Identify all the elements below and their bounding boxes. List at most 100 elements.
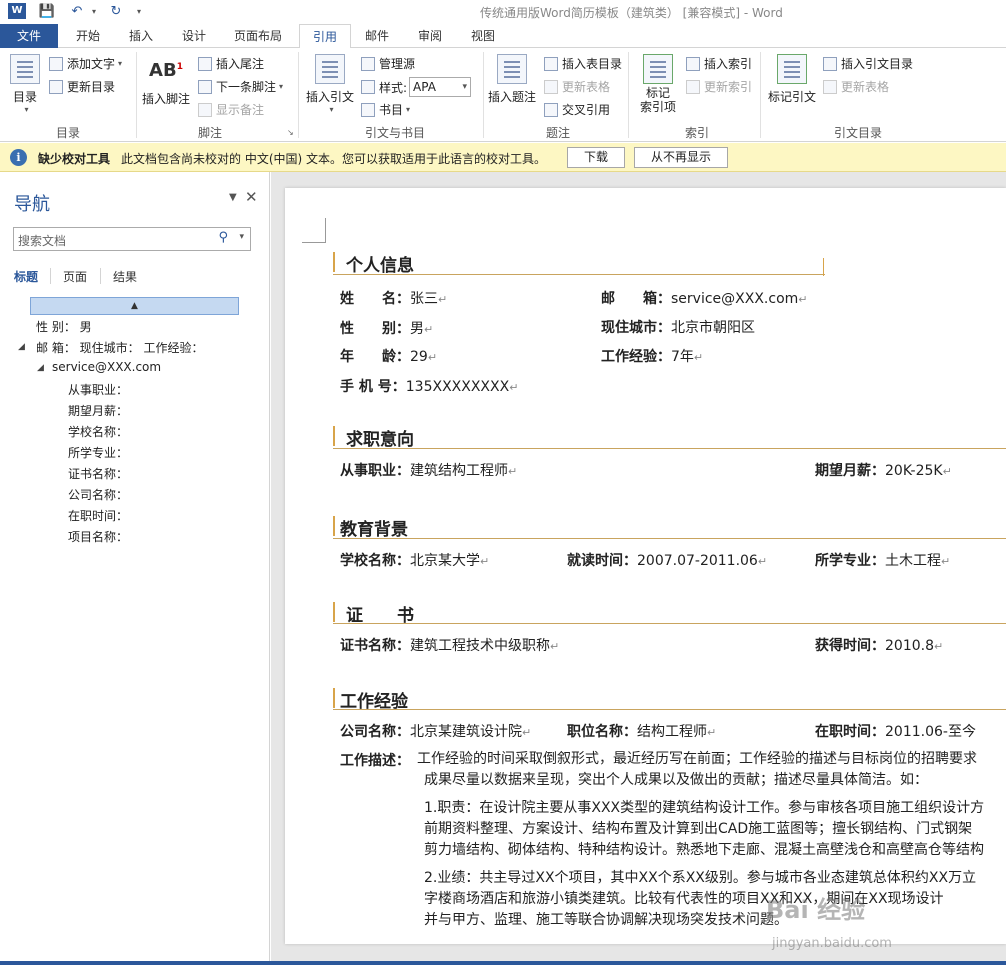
- nav-heading-item[interactable]: 证书名称：: [68, 465, 128, 482]
- insert-citation-label: 插入引文: [306, 90, 355, 104]
- insert-index-label: 插入索引: [704, 57, 753, 71]
- tab-view[interactable]: 视图: [459, 24, 507, 48]
- field-school: 学校名称：北京某大学↵: [340, 553, 490, 569]
- proofing-infobar: i 缺少校对工具 此文档包含尚未校对的 中文(中国) 文本。您可以获取适用于此语…: [0, 143, 1006, 172]
- dont-show-again-button[interactable]: 从不再显示: [634, 147, 728, 168]
- document-area[interactable]: 个人信息 姓 名：张三↵ 邮 箱：service@XXX.com↵ 性 别：男↵…: [271, 172, 1006, 962]
- style-value[interactable]: APA: [409, 77, 472, 97]
- table-of-figures-icon: [544, 56, 558, 71]
- cross-reference-button[interactable]: 交叉引用: [544, 101, 610, 118]
- update-table-icon: [544, 79, 558, 94]
- update-table-button[interactable]: 更新表格: [544, 78, 610, 95]
- word-app-icon[interactable]: W: [8, 3, 26, 19]
- add-text-label: 添加文字: [67, 57, 116, 71]
- show-notes-label: 显示备注: [216, 103, 265, 117]
- search-icon[interactable]: ⚲: [218, 230, 228, 245]
- nav-heading-item[interactable]: 期望月薪：: [68, 402, 128, 419]
- chevron-down-icon: ▾: [406, 105, 411, 114]
- nav-heading-item[interactable]: 从事职业：: [68, 381, 128, 398]
- nav-heading-selected[interactable]: ▲: [30, 297, 239, 315]
- insert-caption-button[interactable]: 插入题注: [488, 54, 536, 105]
- group-label-toc: 目录: [55, 126, 80, 140]
- group-divider: [298, 52, 299, 138]
- section-rule: [333, 709, 1006, 710]
- bibliography-button[interactable]: 书目 ▾: [361, 101, 410, 118]
- download-button[interactable]: 下载: [567, 147, 625, 168]
- nav-heading-item[interactable]: service@XXX.com: [52, 360, 161, 374]
- search-placeholder: 搜索文档: [18, 234, 67, 248]
- section-marker: [333, 516, 335, 536]
- section-rule: [333, 448, 1006, 449]
- insert-citation-button[interactable]: 插入引文 ▾: [306, 54, 354, 114]
- group-label-captions: 题注: [545, 126, 570, 140]
- customize-toolbar-icon[interactable]: ▾: [134, 2, 144, 20]
- collapse-icon[interactable]: ◢: [18, 342, 25, 352]
- nav-options-icon[interactable]: ▼: [229, 192, 237, 203]
- insert-table-of-figures-button[interactable]: 插入表目录: [544, 55, 622, 72]
- close-icon[interactable]: ✕: [245, 188, 258, 206]
- nav-heading-item[interactable]: 在职时间：: [68, 507, 128, 524]
- chevron-down-icon[interactable]: ▾: [239, 232, 244, 242]
- update-toa-button[interactable]: 更新表格: [823, 78, 889, 95]
- field-salary: 期望月薪：20K-25K↵: [815, 463, 952, 479]
- dialog-launcher-icon[interactable]: ↘: [287, 128, 294, 137]
- field-study-period: 就读时间：2007.07-2011.06↵: [567, 553, 768, 569]
- search-input[interactable]: 搜索文档 ⚲ ▾: [13, 227, 251, 251]
- tab-file[interactable]: 文件: [0, 24, 58, 48]
- insert-endnote-button[interactable]: 插入尾注: [198, 55, 264, 72]
- show-notes-button[interactable]: 显示备注: [198, 101, 264, 118]
- tab-review[interactable]: 审阅: [406, 24, 454, 48]
- nav-heading-item[interactable]: 性 别： 男: [36, 318, 92, 335]
- insert-toa-button[interactable]: 插入引文目录: [823, 55, 913, 72]
- toc-label: 目录: [12, 90, 37, 104]
- tab-home[interactable]: 开始: [64, 24, 112, 48]
- manage-sources-button[interactable]: 管理源: [361, 55, 415, 72]
- section-title-personal: 个人信息: [346, 256, 414, 276]
- add-text-button[interactable]: 添加文字 ▾: [49, 55, 122, 72]
- nav-heading-item[interactable]: 所学专业：: [68, 444, 128, 461]
- tab-page-layout[interactable]: 页面布局: [223, 24, 293, 48]
- chevron-down-icon: ▾: [24, 105, 29, 114]
- undo-dropdown-icon[interactable]: ▾: [89, 2, 99, 20]
- style-label: 样式:: [379, 80, 408, 95]
- duty-line: 1.职责：在设计院主要从事XXX类型的建筑结构设计工作。参与审核各项目施工组织设…: [424, 800, 985, 816]
- manage-sources-label: 管理源: [379, 57, 416, 71]
- mark-entry-button[interactable]: 标记 索引项: [640, 54, 676, 114]
- tab-design[interactable]: 设计: [170, 24, 218, 48]
- nav-heading-item[interactable]: 项目名称：: [68, 528, 128, 545]
- nav-tab-divider: [50, 268, 51, 284]
- nav-tab-pages[interactable]: 页面: [63, 268, 87, 285]
- group-label-toa: 引文目录: [833, 126, 882, 140]
- field-description-label: 工作描述：: [340, 753, 410, 769]
- mark-citation-button[interactable]: 标记引文: [768, 54, 816, 105]
- chevron-down-icon: ▾: [118, 59, 123, 68]
- undo-icon[interactable]: ↶: [66, 2, 88, 20]
- insert-index-button[interactable]: 插入索引: [686, 55, 752, 72]
- next-footnote-button[interactable]: 下一条脚注 ▾: [198, 78, 283, 95]
- insert-index-icon: [686, 56, 700, 71]
- tab-insert[interactable]: 插入: [117, 24, 165, 48]
- redo-icon[interactable]: ↻: [106, 2, 126, 20]
- insert-footnote-button[interactable]: AB1 插入脚注: [142, 60, 190, 107]
- document-page[interactable]: 个人信息 姓 名：张三↵ 邮 箱：service@XXX.com↵ 性 别：男↵…: [285, 188, 1006, 944]
- collapse-icon[interactable]: ◢: [37, 363, 44, 373]
- tab-references[interactable]: 引用: [299, 24, 351, 49]
- endnote-icon: [198, 56, 212, 71]
- update-index-button[interactable]: 更新索引: [686, 78, 752, 95]
- nav-heading-item[interactable]: 学校名称：: [68, 423, 128, 440]
- next-footnote-label: 下一条脚注: [216, 80, 277, 94]
- update-toc-button[interactable]: 更新目录: [49, 78, 115, 95]
- duty-line: 前期资料整理、方案设计、结构布置及计算到出CAD施工蓝图等；擅长钢结构、门式钢架: [424, 821, 973, 837]
- manage-sources-icon: [361, 56, 375, 71]
- tab-mailings[interactable]: 邮件: [353, 24, 401, 48]
- nav-heading-item[interactable]: 公司名称：: [68, 486, 128, 503]
- nav-tab-headings[interactable]: 标题: [14, 268, 38, 285]
- nav-tab-results[interactable]: 结果: [113, 268, 137, 285]
- toc-icon: [10, 54, 40, 84]
- nav-heading-item[interactable]: 邮 箱： 现住城市： 工作经验：: [36, 339, 203, 356]
- toc-button[interactable]: 目录 ▾: [10, 54, 40, 114]
- save-icon[interactable]: 💾: [38, 2, 56, 20]
- citation-style-select[interactable]: 样式: APA: [361, 77, 472, 97]
- group-label-index: 索引: [684, 126, 709, 140]
- field-tenure: 在职时间：2011.06-至今: [815, 724, 976, 740]
